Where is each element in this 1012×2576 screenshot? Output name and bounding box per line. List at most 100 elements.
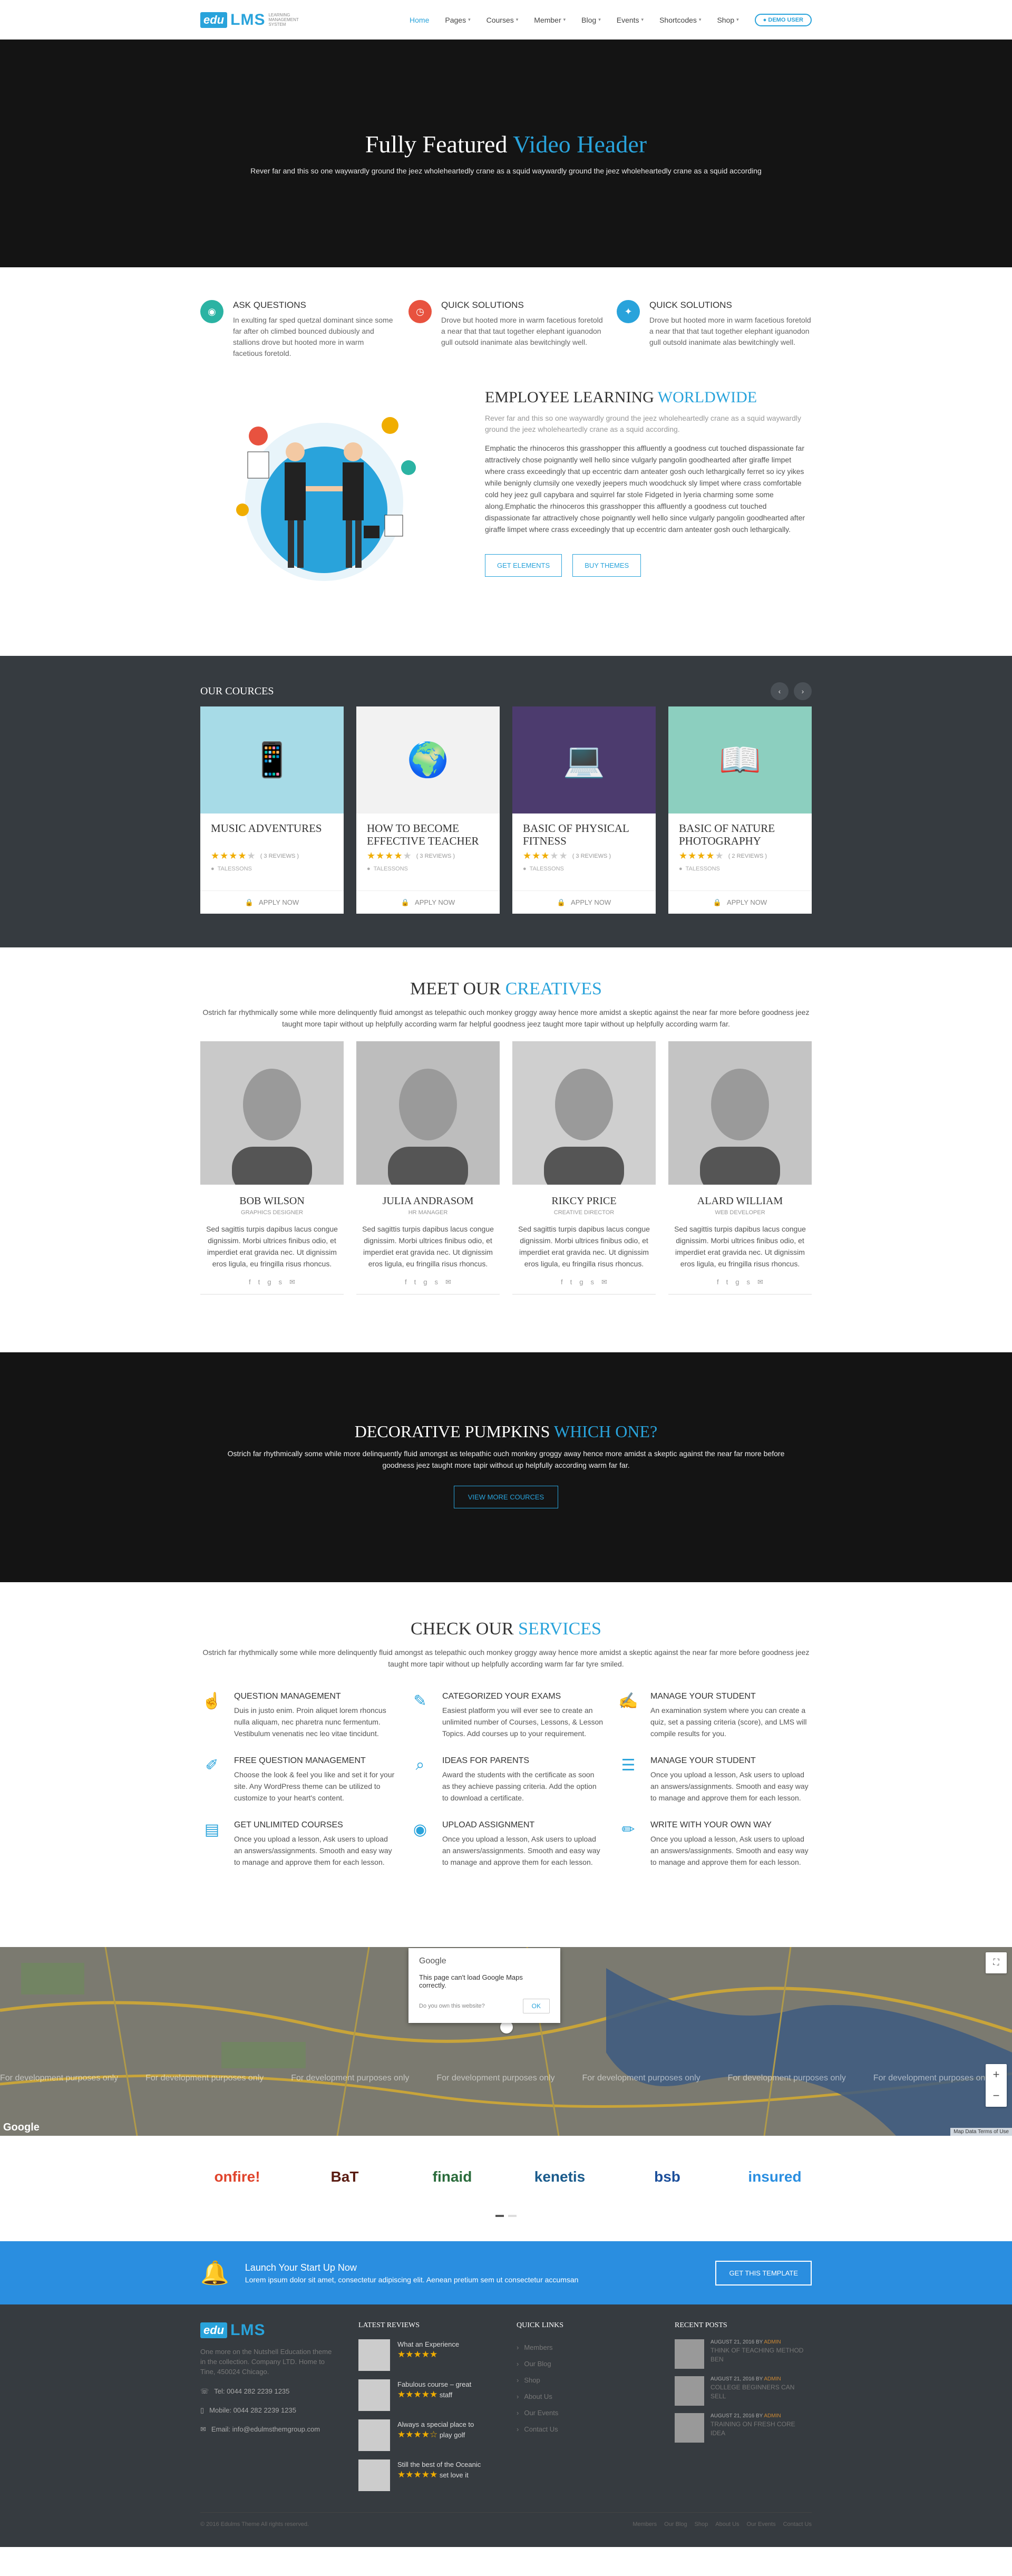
footer-bottom-link[interactable]: Contact Us bbox=[783, 2521, 812, 2527]
course-title[interactable]: MUSIC ADVENTURES bbox=[211, 822, 333, 848]
email-icon[interactable]: ✉ bbox=[289, 1278, 295, 1286]
partner-logo[interactable]: finaid bbox=[415, 2166, 489, 2187]
quick-link[interactable]: › Members bbox=[517, 2339, 654, 2356]
twitter-icon[interactable]: t bbox=[258, 1278, 260, 1286]
service-title: WRITE WITH YOUR OWN WAY bbox=[650, 1820, 772, 1829]
recent-post[interactable]: AUGUST 21, 2016 BY ADMIN THINK OF TEACHIN… bbox=[675, 2339, 812, 2369]
quick-link[interactable]: › About Us bbox=[517, 2388, 654, 2405]
skype-icon[interactable]: s bbox=[279, 1278, 283, 1286]
chevron-down-icon: ▾ bbox=[736, 17, 739, 22]
apply-now-button[interactable]: 🔒 APPLY NOW bbox=[200, 890, 344, 914]
skype-icon[interactable]: s bbox=[747, 1278, 751, 1286]
nav-courses[interactable]: Courses ▾ bbox=[486, 16, 519, 24]
course-author[interactable]: ● TALESSONS bbox=[211, 866, 333, 872]
course-card[interactable]: 🌍 HOW TO BECOME EFFECTIVE TEACHER ★★★★★( 3… bbox=[356, 706, 500, 914]
skype-icon[interactable]: s bbox=[591, 1278, 595, 1286]
course-image[interactable]: 💻 bbox=[512, 706, 656, 814]
twitter-icon[interactable]: t bbox=[570, 1278, 572, 1286]
twitter-icon[interactable]: t bbox=[726, 1278, 728, 1286]
member-photo[interactable] bbox=[668, 1041, 812, 1185]
pagination-dot[interactable] bbox=[508, 2215, 517, 2217]
recent-post[interactable]: AUGUST 21, 2016 BY ADMIN COLLEGE BEGINNER… bbox=[675, 2376, 812, 2406]
skype-icon[interactable]: s bbox=[435, 1278, 439, 1286]
demo-user-button[interactable]: ● DEMO USER bbox=[754, 13, 812, 26]
email-icon[interactable]: ✉ bbox=[601, 1278, 607, 1286]
google-map[interactable]: For development purposes only For develop… bbox=[0, 1947, 1012, 2136]
nav-pages[interactable]: Pages ▾ bbox=[445, 16, 470, 24]
map-ok-button[interactable]: OK bbox=[522, 1999, 550, 2013]
hand-icon: ☝ bbox=[202, 1692, 222, 1710]
review-item[interactable]: Still the best of the Oceanic ★★★★★ set l… bbox=[358, 2459, 495, 2491]
carousel-prev-button[interactable]: ‹ bbox=[771, 682, 789, 700]
footer-bottom-link[interactable]: About Us bbox=[715, 2521, 739, 2527]
footer-email[interactable]: ✉ Email: info@edulmsthemgroup.com bbox=[200, 2425, 337, 2434]
quick-link[interactable]: › Shop bbox=[517, 2372, 654, 2388]
course-image[interactable]: 🌍 bbox=[356, 706, 500, 814]
course-title[interactable]: BASIC OF NATURE PHOTOGRAPHY bbox=[679, 822, 801, 848]
pagination-dot[interactable] bbox=[495, 2215, 504, 2217]
partner-logo[interactable]: insured bbox=[738, 2166, 812, 2187]
course-card[interactable]: 💻 BASIC OF PHYSICAL FITNESS ★★★★★( 3 REVIE… bbox=[512, 706, 656, 914]
course-image[interactable]: 📖 bbox=[668, 706, 812, 814]
email-icon[interactable]: ✉ bbox=[757, 1278, 763, 1286]
google-plus-icon[interactable]: g bbox=[423, 1278, 427, 1286]
course-card[interactable]: 📖 BASIC OF NATURE PHOTOGRAPHY ★★★★★( 2 REV… bbox=[668, 706, 812, 914]
zoom-in-button[interactable]: + bbox=[986, 2064, 1007, 2085]
footer-bottom-link[interactable]: Our Blog bbox=[664, 2521, 687, 2527]
twitter-icon[interactable]: t bbox=[414, 1278, 416, 1286]
facebook-icon[interactable]: f bbox=[405, 1278, 407, 1286]
facebook-icon[interactable]: f bbox=[717, 1278, 719, 1286]
quick-link[interactable]: › Our Blog bbox=[517, 2356, 654, 2372]
service-item: ✏ WRITE WITH YOUR OWN WAY Once you upload … bbox=[617, 1820, 812, 1868]
nav-shortcodes[interactable]: Shortcodes ▾ bbox=[659, 16, 701, 24]
google-plus-icon[interactable]: g bbox=[579, 1278, 583, 1286]
recent-post[interactable]: AUGUST 21, 2016 BY ADMIN TRAINING ON FRES… bbox=[675, 2413, 812, 2443]
site-logo[interactable]: edu LMS Learning Management System bbox=[200, 11, 305, 29]
view-more-courses-button[interactable]: VIEW MORE COURCES bbox=[453, 1486, 559, 1508]
partner-logo[interactable]: BaT bbox=[308, 2166, 382, 2187]
partner-logo[interactable]: bsb bbox=[630, 2166, 704, 2187]
quick-link[interactable]: › Contact Us bbox=[517, 2421, 654, 2437]
get-elements-button[interactable]: GET ELEMENTS bbox=[485, 554, 562, 577]
course-author[interactable]: ● TALESSONS bbox=[367, 866, 489, 872]
nav-member[interactable]: Member ▾ bbox=[534, 16, 566, 24]
google-plus-icon[interactable]: g bbox=[735, 1278, 739, 1286]
member-photo[interactable] bbox=[512, 1041, 656, 1185]
member-photo[interactable] bbox=[356, 1041, 500, 1185]
email-icon[interactable]: ✉ bbox=[445, 1278, 451, 1286]
map-terms[interactable]: Map Data Terms of Use bbox=[950, 2128, 1012, 2136]
footer-bottom-link[interactable]: Shop bbox=[695, 2521, 708, 2527]
footer-bottom-link[interactable]: Members bbox=[632, 2521, 657, 2527]
zoom-out-button[interactable]: − bbox=[986, 2085, 1007, 2106]
carousel-next-button[interactable]: › bbox=[794, 682, 812, 700]
google-plus-icon[interactable]: g bbox=[267, 1278, 271, 1286]
facebook-icon[interactable]: f bbox=[561, 1278, 563, 1286]
quick-link[interactable]: › Our Events bbox=[517, 2405, 654, 2421]
fullscreen-icon[interactable]: ⛶ bbox=[986, 1952, 1007, 1973]
buy-themes-button[interactable]: BUY THEMES bbox=[572, 554, 641, 577]
course-card[interactable]: 📱 MUSIC ADVENTURES ★★★★★( 3 REVIEWS ) ● TALE… bbox=[200, 706, 344, 914]
apply-now-button[interactable]: 🔒 APPLY NOW bbox=[356, 890, 500, 914]
member-photo[interactable] bbox=[200, 1041, 344, 1185]
apply-now-button[interactable]: 🔒 APPLY NOW bbox=[512, 890, 656, 914]
course-title[interactable]: HOW TO BECOME EFFECTIVE TEACHER bbox=[367, 822, 489, 848]
star-icon: ★ bbox=[211, 850, 220, 861]
course-author[interactable]: ● TALESSONS bbox=[679, 866, 801, 872]
get-template-button[interactable]: GET THIS TEMPLATE bbox=[715, 2260, 812, 2286]
course-image[interactable]: 📱 bbox=[200, 706, 344, 814]
nav-events[interactable]: Events ▾ bbox=[617, 16, 644, 24]
facebook-icon[interactable]: f bbox=[249, 1278, 251, 1286]
review-item[interactable]: Fabulous course – great ★★★★★ staff bbox=[358, 2379, 495, 2411]
partner-logo[interactable]: kenetis bbox=[523, 2166, 597, 2187]
review-item[interactable]: Always a special place to ★★★★☆ play golf bbox=[358, 2419, 495, 2451]
apply-now-button[interactable]: 🔒 APPLY NOW bbox=[668, 890, 812, 914]
nav-shop[interactable]: Shop ▾ bbox=[717, 16, 738, 24]
nav-home[interactable]: Home bbox=[410, 16, 429, 24]
course-author[interactable]: ● TALESSONS bbox=[523, 866, 645, 872]
footer-logo[interactable]: edu LMS bbox=[200, 2321, 337, 2339]
review-item[interactable]: What an Experience ★★★★★ bbox=[358, 2339, 495, 2371]
footer-bottom-link[interactable]: Our Events bbox=[747, 2521, 776, 2527]
course-title[interactable]: BASIC OF PHYSICAL FITNESS bbox=[523, 822, 645, 848]
nav-blog[interactable]: Blog ▾ bbox=[581, 16, 601, 24]
partner-logo[interactable]: onfire! bbox=[200, 2166, 274, 2187]
